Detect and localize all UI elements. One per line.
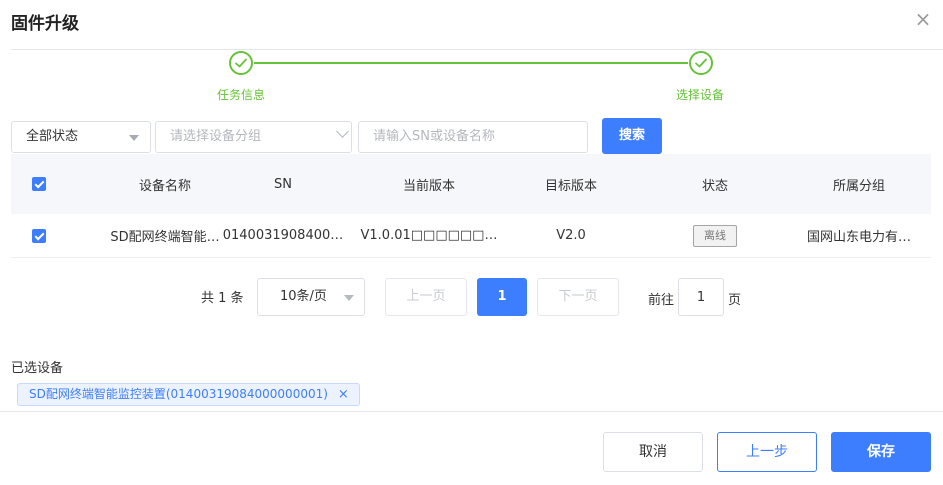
header-select-all[interactable]	[11, 154, 67, 214]
search-button[interactable]: 搜索	[602, 118, 662, 154]
goto-suffix: 页	[728, 293, 742, 308]
table-header: 设备名称 SN 当前版本 目标版本 状态 所属分组	[11, 154, 931, 214]
step-1-check-icon	[229, 51, 253, 75]
dialog-title: 固件升级	[11, 14, 79, 34]
chevron-down-icon	[336, 125, 349, 138]
step-1-label: 任务信息	[217, 88, 266, 102]
page-size-value: 10条/页	[280, 289, 327, 304]
selected-device-tag: SD配网终端智能监控装置(01400319084000000001) ×	[17, 383, 360, 406]
prev-page-button[interactable]: 上一页	[385, 278, 467, 316]
keyword-input[interactable]: 请输入SN或设备名称	[358, 121, 588, 153]
table-row[interactable]: SD配网终端智能… 0140031908400… V1.0.01□□□□□□… …	[11, 214, 931, 258]
status-select[interactable]: 全部状态	[11, 121, 151, 153]
caret-down-icon	[129, 135, 139, 141]
save-button[interactable]: 保存	[831, 432, 931, 472]
keyword-input-placeholder: 请输入SN或设备名称	[373, 129, 495, 144]
row-select[interactable]	[11, 214, 67, 257]
row-group: 国网山东电力有…	[806, 230, 911, 245]
current-page-button[interactable]: 1	[477, 278, 527, 316]
row-checkbox[interactable]	[32, 228, 46, 243]
column-header-group: 所属分组	[832, 178, 885, 194]
step-2-check-icon	[689, 51, 713, 75]
group-select-placeholder: 请选择设备分组	[170, 129, 262, 144]
step-connector	[254, 62, 688, 64]
header-divider	[11, 49, 943, 50]
selected-device-tag-label: SD配网终端智能监控装置(01400319084000000001)	[29, 387, 328, 401]
tag-close-icon[interactable]: ×	[338, 387, 349, 402]
caret-down-icon	[344, 295, 354, 301]
status-badge: 离线	[693, 224, 737, 247]
footer-divider	[0, 411, 943, 412]
step-2-label: 选择设备	[676, 88, 725, 102]
next-page-button[interactable]: 下一页	[537, 278, 619, 316]
previous-step-button[interactable]: 上一步	[717, 432, 817, 472]
close-icon[interactable]: ×	[914, 9, 932, 29]
goto-prefix: 前往	[648, 293, 675, 308]
goto-page-input[interactable]	[678, 278, 724, 316]
selected-devices-title: 已选设备	[11, 361, 64, 376]
status-select-value: 全部状态	[26, 129, 79, 144]
page-size-select[interactable]: 10条/页	[257, 278, 365, 316]
pagination-total: 共 1 条	[201, 291, 244, 306]
cancel-button[interactable]: 取消	[603, 432, 703, 472]
group-select[interactable]: 请选择设备分组	[155, 121, 352, 153]
select-all-checkbox[interactable]	[32, 177, 46, 191]
